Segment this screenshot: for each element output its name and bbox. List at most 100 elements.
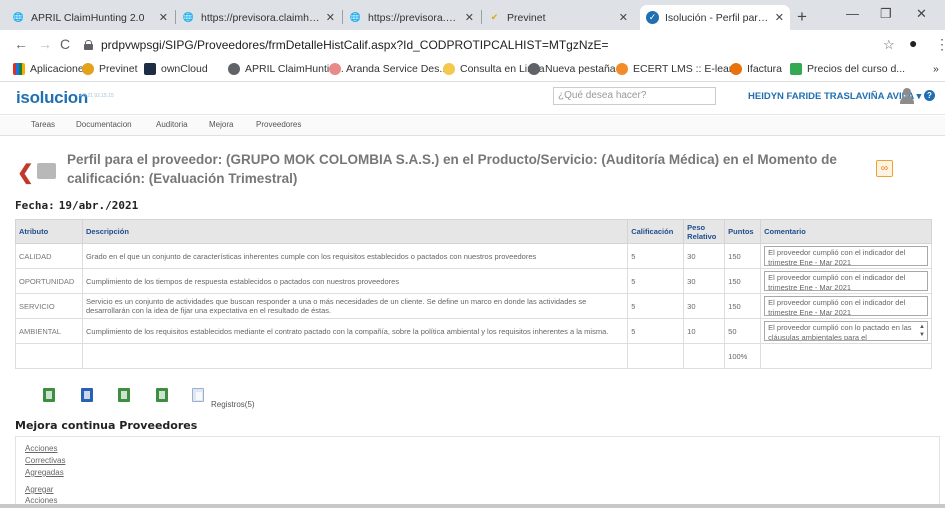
link-acciones-correctivas[interactable]: Acciones [25,444,57,453]
total-puntos: 100% [724,343,762,369]
browser-tab-active[interactable]: ✓ Isolución - Perfil para el pro ✕ [640,5,790,30]
comment-textarea[interactable]: El proveedor cumplió con lo pactado en l… [764,321,928,341]
lock-icon [84,40,93,50]
excel-export-icon[interactable] [118,388,130,402]
ecert-icon [616,63,628,75]
cell-peso: 30 [683,268,726,294]
new-tab-icon[interactable]: + [797,7,807,27]
previnet-icon [82,63,94,75]
forward-arrow-icon[interactable]: → [38,36,52,52]
bookmark-item[interactable]: Ifactura [730,63,782,75]
cell-puntos: 50 [724,318,762,344]
close-tab-icon[interactable]: ✕ [619,11,628,24]
document-icon [37,163,56,179]
excel-export-icon[interactable] [43,388,55,402]
cell-calificacion: 5 [627,243,685,269]
cell-empty [81,343,629,369]
browser-tab[interactable]: 🌐 https://previsora.claimhunt ✕ [343,5,480,30]
reload-icon[interactable]: C [60,36,70,52]
column-header-puntos[interactable]: Puntos [724,219,762,244]
textarea-scrollbar[interactable]: ▲ ▼ [918,323,926,340]
cell-empty [15,343,83,369]
column-header-peso[interactable]: Peso Relativo [683,219,726,244]
cell-peso: 30 [683,293,726,319]
bookmark-item[interactable]: ECERT LMS :: E-lear... [616,63,741,75]
page-title: Perfil para el proveedor: (GRUPO MOK COL… [67,152,837,186]
close-tab-icon[interactable]: ✕ [775,11,784,24]
back-chevron-icon[interactable]: ❮ [17,160,34,185]
globe-icon [228,63,240,75]
menu-mejora[interactable]: Mejora [209,120,233,129]
cell-comentario: El proveedor cumplió con lo pactado en l… [760,318,932,344]
minimize-icon[interactable]: — [846,6,859,21]
user-avatar-icon[interactable] [900,88,914,104]
search-input[interactable]: ¿Qué desea hacer? [553,87,716,105]
url-text[interactable]: prdpvwpsgi/SIPG/Proveedores/frmDetalleHi… [101,38,609,52]
cell-calificacion: 5 [627,293,685,319]
table-total-row: 100% [15,343,932,369]
browser-tab[interactable]: 🌐 APRIL ClaimHunting 2.0 ✕ [6,5,174,30]
excel-export-icon[interactable] [156,388,168,402]
column-header-atributo[interactable]: Atributo [15,219,83,244]
cell-comentario: El proveedor cumplió con el indicador de… [760,293,932,319]
cell-comentario: El proveedor cumplió con el indicador de… [760,243,932,269]
cell-descripcion: Grado en el que un conjunto de caracterí… [81,243,629,269]
relations-icon[interactable]: ∞ [876,160,893,177]
bookmark-item[interactable]: Precios del curso d... [790,63,905,75]
table-header-row: Atributo Descripción Calificación Peso R… [15,219,932,244]
close-tab-icon[interactable]: ✕ [326,11,335,24]
cell-empty [683,343,726,369]
help-icon[interactable]: ? [924,90,935,101]
comment-textarea[interactable]: El proveedor cumplió con el indicador de… [764,271,928,291]
menu-documentacion[interactable]: Documentacion [76,120,132,129]
link-acciones-correctivas[interactable]: Correctivas [25,456,65,465]
menu-proveedores[interactable]: Proveedores [256,120,301,129]
close-tab-icon[interactable]: ✕ [465,11,474,24]
isolucion-logo[interactable]: isolucion [16,88,88,108]
bookmark-item[interactable]: Nueva pestaña [528,63,616,75]
browser-menu-icon[interactable]: ⋮ [935,36,945,53]
back-arrow-icon[interactable]: ← [14,36,28,52]
cell-atributo: SERVICIO [15,293,83,319]
cell-descripcion: Cumplimiento de los requisitos estableci… [81,318,629,344]
column-header-descripcion[interactable]: Descripción [81,219,629,244]
precios-icon [790,63,802,75]
broken-image-icon[interactable] [192,388,204,402]
bookmarks-bar: Aplicaciones Previnet ownCloud APRIL Cla… [0,60,945,82]
browser-tab[interactable]: 🌐 https://previsora.claimhunt ✕ [176,5,341,30]
cell-atributo: AMBIENTAL [15,318,83,344]
isolucion-icon: ✓ [646,11,659,24]
word-export-icon[interactable] [81,388,93,402]
cell-empty [627,343,685,369]
table-row: OPORTUNIDAD Cumplimiento de los tiempos … [15,268,932,294]
comment-textarea[interactable]: El proveedor cumplió con el indicador de… [764,246,928,266]
link-agregar-acciones[interactable]: Agregar [25,485,53,494]
cell-calificacion: 5 [627,268,685,294]
comment-textarea[interactable]: El proveedor cumplió con el indicador de… [764,296,928,316]
link-acciones-correctivas[interactable]: Agregadas [25,468,64,477]
horizontal-scrollbar[interactable] [0,504,945,508]
close-tab-icon[interactable]: ✕ [159,11,168,24]
bookmark-star-icon[interactable]: ☆ [883,37,895,53]
globe-icon: 🌐 [12,12,25,22]
menu-tareas[interactable]: Tareas [31,120,55,129]
address-bar[interactable]: prdpvwpsgi/SIPG/Proveedores/frmDetalleHi… [84,35,874,55]
bookmark-item[interactable]: Aranda Service Des... [329,63,448,75]
profile-icon[interactable]: ● [909,35,917,51]
bookmark-item[interactable]: Previnet [82,63,138,75]
bookmark-item[interactable]: APRIL ClaimHuntin... [228,63,344,75]
bookmark-apps[interactable]: Aplicaciones [13,63,89,75]
menu-auditoria[interactable]: Auditoria [156,120,188,129]
restore-icon[interactable]: ❐ [880,6,892,22]
column-header-comentario[interactable]: Comentario [760,219,932,244]
column-header-calificacion[interactable]: Calificación [627,219,685,244]
bookmark-item[interactable]: ownCloud [144,63,208,75]
user-menu[interactable]: HEIDYN FARIDE TRASLAVIÑA AVILA ▾ [748,91,921,102]
comment-text: El proveedor cumplió con lo pactado en l… [768,323,912,341]
previnet-icon: ✔ [490,12,499,22]
cell-puntos: 150 [724,268,762,294]
browser-tabstrip: 🌐 APRIL ClaimHunting 2.0 ✕ 🌐 https://pre… [0,0,945,30]
close-window-icon[interactable]: ✕ [916,6,927,22]
more-bookmarks-icon[interactable]: » [933,63,939,75]
browser-tab[interactable]: ✔ Previnet ✕ [482,5,634,30]
